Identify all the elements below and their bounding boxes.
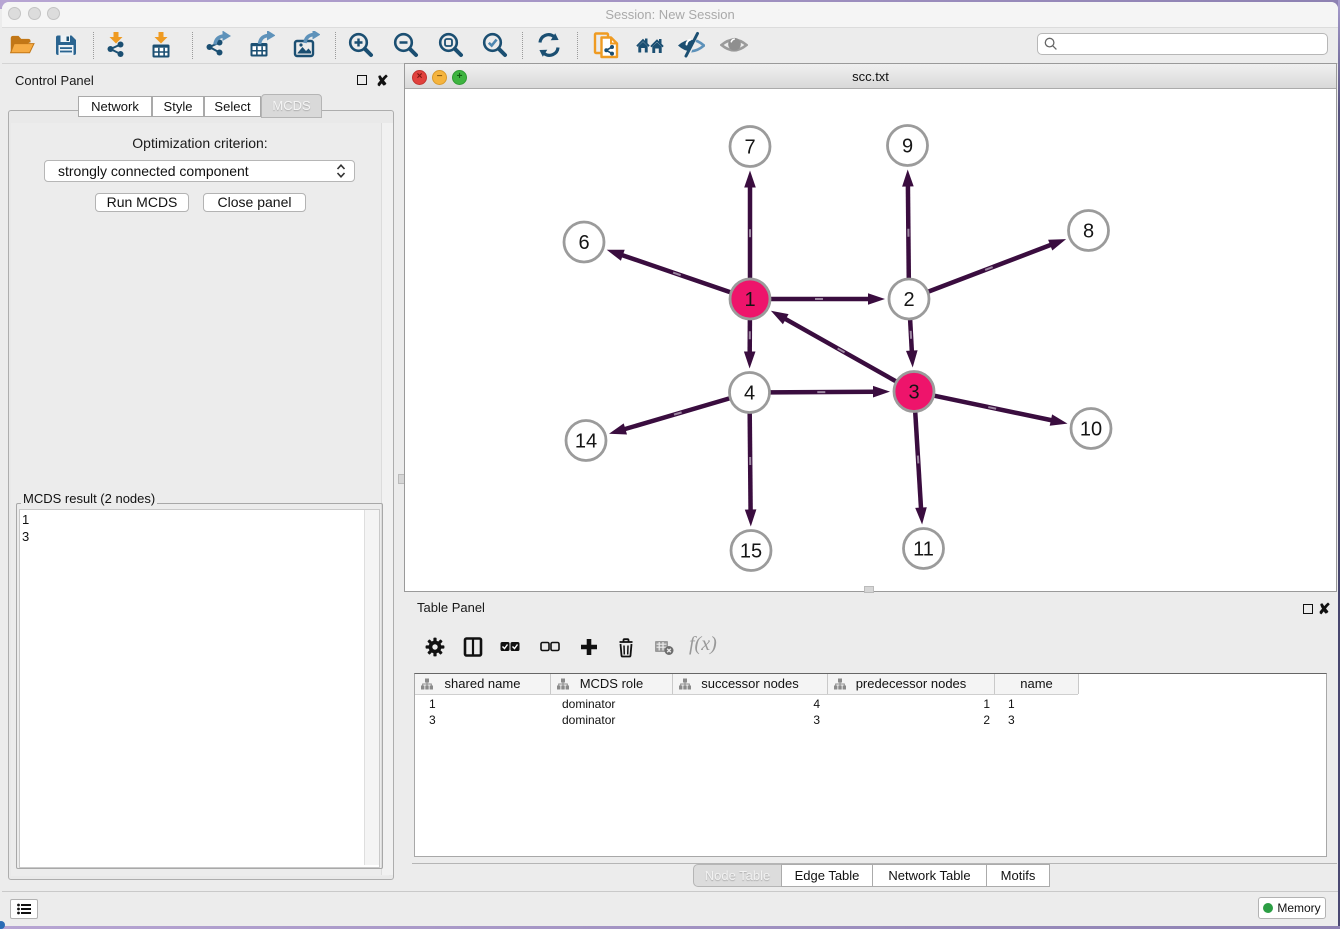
svg-text:11: 11 bbox=[913, 539, 934, 561]
svg-text:7: 7 bbox=[744, 137, 755, 159]
svg-text:2: 2 bbox=[903, 289, 914, 311]
svg-text:1: 1 bbox=[744, 289, 755, 311]
svg-text:4: 4 bbox=[744, 383, 755, 405]
svg-text:14: 14 bbox=[575, 431, 597, 453]
svg-text:15: 15 bbox=[740, 541, 762, 563]
svg-text:6: 6 bbox=[578, 232, 589, 254]
svg-text:8: 8 bbox=[1083, 221, 1094, 243]
svg-text:3: 3 bbox=[908, 382, 919, 404]
svg-text:9: 9 bbox=[902, 136, 913, 158]
svg-text:10: 10 bbox=[1080, 419, 1102, 441]
